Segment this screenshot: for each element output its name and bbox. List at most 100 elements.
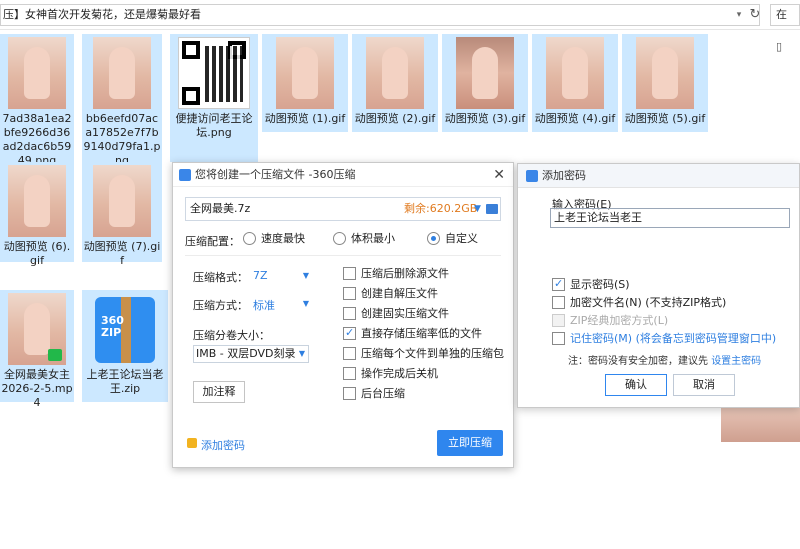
- radio-label: 体积最小: [351, 232, 395, 245]
- checkbox-label: 操作完成后关机: [361, 367, 438, 380]
- format-select[interactable]: 7Z ▼: [253, 269, 309, 282]
- method-label: 压缩方式：: [193, 299, 248, 312]
- lock-icon: [187, 438, 197, 448]
- password-title: 添加密码: [542, 169, 586, 182]
- background-image-fragment: [721, 408, 800, 442]
- password-panel: 添加密码 输入密码(E) 上老王论坛当老王 显示密码(S) 加密文件名(N) (…: [517, 163, 800, 408]
- file-tile[interactable]: 动图预览 (2).gif: [352, 34, 438, 132]
- qr-code-thumbnail: [178, 37, 250, 109]
- image-thumbnail: [456, 37, 514, 109]
- checkbox-encrypt-names[interactable]: 加密文件名(N) (不支持ZIP格式): [552, 296, 726, 310]
- image-thumbnail: [636, 37, 694, 109]
- password-title-bar: 添加密码: [518, 164, 799, 188]
- file-tile[interactable]: 动图预览 (7).gif: [82, 162, 162, 267]
- file-tile[interactable]: 7ad38a1ea2bfe9266d36ad2dac6b5949.png: [0, 34, 74, 167]
- file-name: 动图预览 (6).gif: [3, 240, 71, 267]
- file-tile[interactable]: bb6eefd07aca17852e7f7b9140d79fa1.png: [82, 34, 162, 167]
- checkbox-label: 显示密码(S): [570, 278, 630, 291]
- checkbox-label: 创建固实压缩文件: [361, 307, 449, 320]
- file-name: 全网最美女主2026-2-5.mp4: [1, 368, 73, 409]
- address-bar: 压】女神首次开发菊花，还是爆菊最好看 ▾ ↻ 在: [0, 0, 800, 30]
- chevron-down-icon[interactable]: ▾: [732, 4, 746, 26]
- image-thumbnail: [93, 37, 151, 109]
- image-thumbnail: [8, 165, 66, 237]
- file-name: 动图预览 (3).gif: [444, 112, 526, 125]
- confirm-button[interactable]: 确认: [605, 374, 667, 396]
- add-password-link[interactable]: 添加密码: [187, 437, 245, 453]
- file-tile[interactable]: 360 ZIP 上老王论坛当老王.zip: [82, 290, 168, 402]
- radio-fastest[interactable]: 速度最快: [243, 231, 305, 247]
- image-thumbnail: [93, 165, 151, 237]
- image-thumbnail: [546, 37, 604, 109]
- checkbox-remember-password[interactable]: 记住密码(M) (将会备忘到密码管理窗口中): [552, 332, 776, 346]
- close-icon[interactable]: ✕: [493, 163, 505, 187]
- file-name: 动图预览 (1).gif: [264, 112, 346, 125]
- checkbox-background[interactable]: 后台压缩: [343, 387, 405, 401]
- folder-icon[interactable]: [486, 204, 498, 214]
- file-tile[interactable]: 动图预览 (3).gif: [442, 34, 528, 132]
- file-tile[interactable]: 动图预览 (1).gif: [262, 34, 348, 132]
- checkbox-label: ZIP经典加密方式(L): [570, 314, 669, 327]
- add-comment-button[interactable]: 加注释: [193, 381, 245, 403]
- method-value: 标准: [253, 299, 275, 312]
- note-text: 注：密码没有安全加密，建议先: [568, 356, 708, 367]
- search-input[interactable]: 在: [770, 4, 800, 26]
- volume-select[interactable]: IMB - 双层DVD刻录 ▼: [193, 345, 309, 363]
- app-logo-icon: [179, 169, 191, 181]
- cancel-button[interactable]: 取消: [673, 374, 735, 396]
- radio-smallest[interactable]: 体积最小: [333, 231, 395, 247]
- password-manager-link[interactable]: (将会备忘到密码管理窗口中): [636, 332, 777, 345]
- explorer-window: 压】女神首次开发菊花，还是爆菊最好看 ▾ ↻ 在 ▯ 7ad38a1ea2bfe…: [0, 0, 800, 549]
- free-space-label: 剩余:620.2GB: [404, 202, 478, 215]
- format-label: 压缩格式：: [193, 271, 248, 284]
- checkbox-shutdown[interactable]: 操作完成后关机: [343, 367, 438, 381]
- details-pane-icon[interactable]: ▯: [776, 40, 788, 54]
- compress-dialog: 您将创建一个压缩文件 -360压缩 ✕ 全网最美.7z 剩余:620.2GB ▼…: [172, 162, 514, 468]
- chevron-down-icon[interactable]: ▼: [474, 198, 481, 220]
- file-tile[interactable]: 动图预览 (6).gif: [0, 162, 74, 267]
- security-note: 注：密码没有安全加密，建议先 设置主密码: [568, 352, 761, 367]
- video-thumbnail: [8, 293, 66, 365]
- checkbox-store-low-ratio[interactable]: 直接存储压缩率低的文件: [343, 326, 482, 341]
- file-tile[interactable]: 动图预览 (5).gif: [622, 34, 708, 132]
- file-name: 动图预览 (4).gif: [534, 112, 616, 125]
- image-thumbnail: [8, 37, 66, 109]
- divider: [185, 255, 501, 256]
- file-tile[interactable]: 便捷访问老王论坛.png: [170, 34, 258, 162]
- image-thumbnail: [276, 37, 334, 109]
- method-select[interactable]: 标准 ▼: [253, 297, 309, 313]
- checkbox-solid[interactable]: 创建固实压缩文件: [343, 307, 449, 321]
- checkbox-separate-archives[interactable]: 压缩每个文件到单独的压缩包: [343, 347, 504, 361]
- checkbox-label: 后台压缩: [361, 387, 405, 400]
- file-tile[interactable]: 全网最美女主2026-2-5.mp4: [0, 290, 74, 409]
- checkbox-label: 加密文件名(N) (不支持ZIP格式): [570, 296, 727, 309]
- checkbox-label: 直接存储压缩率低的文件: [361, 327, 482, 340]
- compress-now-button[interactable]: 立即压缩: [437, 430, 503, 456]
- file-name: bb6eefd07aca17852e7f7b9140d79fa1.png: [83, 112, 161, 167]
- chevron-down-icon: ▼: [302, 271, 309, 280]
- address-path[interactable]: 压】女神首次开发菊花，还是爆菊最好看: [0, 4, 760, 26]
- file-tile[interactable]: 动图预览 (4).gif: [532, 34, 618, 132]
- chevron-down-icon: ▼: [298, 349, 305, 358]
- refresh-icon[interactable]: ↻: [746, 5, 764, 25]
- archive-name[interactable]: 全网最美.7z: [190, 198, 250, 220]
- add-password-label: 添加密码: [201, 439, 245, 452]
- file-name: 动图预览 (5).gif: [624, 112, 706, 125]
- set-master-password-link[interactable]: 设置主密码: [711, 356, 761, 367]
- format-value: 7Z: [253, 269, 268, 282]
- checkbox-label: 压缩每个文件到单独的压缩包: [361, 347, 504, 360]
- checkbox-zip-classic: ZIP经典加密方式(L): [552, 314, 668, 328]
- output-path-field[interactable]: 全网最美.7z 剩余:620.2GB ▼: [185, 197, 501, 221]
- zip-archive-icon: 360 ZIP: [89, 293, 161, 365]
- checkbox-label: 创建自解压文件: [361, 287, 438, 300]
- app-logo-icon: [526, 170, 538, 182]
- checkbox-self-extract[interactable]: 创建自解压文件: [343, 287, 438, 301]
- radio-custom[interactable]: 自定义: [427, 231, 478, 247]
- image-thumbnail: [366, 37, 424, 109]
- checkbox-label: 压缩后删除源文件: [361, 267, 449, 280]
- checkbox-delete-source[interactable]: 压缩后删除源文件: [343, 267, 449, 281]
- password-input[interactable]: 上老王论坛当老王: [550, 208, 790, 228]
- radio-label: 速度最快: [261, 232, 305, 245]
- file-name: 7ad38a1ea2bfe9266d36ad2dac6b5949.png: [2, 112, 72, 167]
- checkbox-show-password[interactable]: 显示密码(S): [552, 277, 630, 292]
